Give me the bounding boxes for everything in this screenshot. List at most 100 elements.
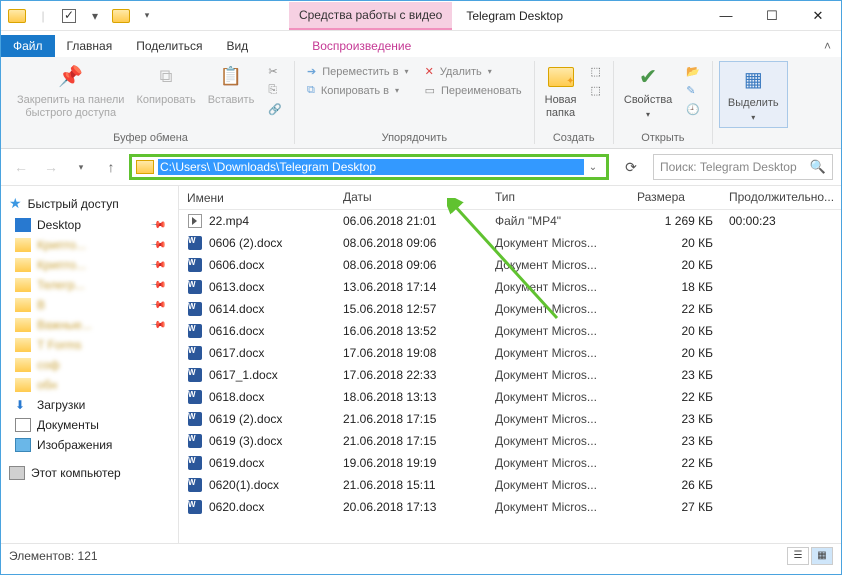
back-button[interactable]: ← (9, 155, 33, 179)
address-path[interactable]: C:\Users\ \Downloads\Telegram Desktop (158, 159, 584, 175)
qat-separator: | (31, 4, 55, 28)
up-button[interactable]: ↑ (99, 155, 123, 179)
word-file-icon: W (187, 301, 203, 317)
clipboard-small-buttons: ✂ ⎘ 🔗 (262, 61, 288, 120)
qat-checkbox[interactable] (57, 4, 81, 28)
desktop-icon (15, 218, 31, 232)
ribbon-group-organize: ➔Переместить в▾ ⧉Копировать в▾ ✕Удалить▾… (295, 61, 535, 144)
address-bar[interactable]: C:\Users\ \Downloads\Telegram Desktop ⌄ (129, 154, 609, 180)
file-list[interactable]: 22.mp406.06.2018 21:01Файл "MP4"1 269 КБ… (179, 210, 841, 543)
sidebar-item-blur-7[interactable]: соф (1, 355, 178, 375)
copy-to-button[interactable]: ⧉Копировать в▾ (305, 82, 411, 99)
sidebar-item-pictures[interactable]: Изображения (1, 435, 178, 455)
file-name: 0606.docx (209, 258, 264, 272)
file-row[interactable]: W0606 (2).docx08.06.2018 09:06Документ M… (179, 232, 841, 254)
file-name: 0619 (3).docx (209, 434, 282, 448)
minimize-button[interactable]: — (703, 1, 749, 31)
tab-view[interactable]: Вид (214, 35, 260, 57)
column-type[interactable]: Тип (487, 186, 629, 209)
shortcut-icon: 🔗 (268, 103, 282, 116)
sidebar-item-blur-8[interactable]: обн (1, 375, 178, 395)
search-box[interactable]: Поиск: Telegram Desktop 🔍 (653, 154, 833, 180)
history-button[interactable]: 🕘 (684, 101, 702, 118)
close-button[interactable]: ✕ (795, 1, 841, 31)
file-name: 0616.docx (209, 324, 264, 338)
maximize-button[interactable]: ☐ (749, 1, 795, 31)
file-date: 21.06.2018 15:11 (335, 478, 487, 492)
column-duration[interactable]: Продолжительно... (721, 186, 841, 209)
paste-button[interactable]: 📋 Вставить (204, 61, 259, 109)
navigation-pane[interactable]: ★Быстрый доступ Desktop📌 Крипто...📌 Крип… (1, 186, 179, 543)
copy-path-button[interactable]: ⎘ (266, 82, 284, 99)
tab-playback[interactable]: Воспроизведение (300, 35, 423, 57)
sidebar-item-desktop[interactable]: Desktop📌 (1, 215, 178, 235)
file-row[interactable]: W0620.docx20.06.2018 17:13Документ Micro… (179, 496, 841, 518)
ribbon-collapse-icon[interactable]: ˄ (814, 35, 841, 57)
easy-access-button[interactable]: ⬚ (588, 82, 602, 99)
qat-dropdown[interactable]: ▾ (83, 4, 107, 28)
select-button[interactable]: ▦ Выделить ▾ (719, 61, 788, 128)
video-tools-contextual-tab[interactable]: Средства работы с видео (289, 2, 452, 30)
sidebar-item-blur-4[interactable]: В📌 (1, 295, 178, 315)
word-file-icon: W (187, 323, 203, 339)
open-button[interactable]: 📂 (684, 63, 702, 80)
cut-button[interactable]: ✂ (266, 63, 284, 80)
refresh-button[interactable]: ⟳ (619, 155, 643, 179)
file-row[interactable]: W0616.docx16.06.2018 13:52Документ Micro… (179, 320, 841, 342)
details-view-button[interactable]: ☰ (787, 547, 809, 565)
file-name: 0620(1).docx (209, 478, 279, 492)
column-name[interactable]: Имени (179, 186, 335, 209)
new-item-button[interactable]: ⬚ (588, 63, 602, 80)
pin-quick-access-button[interactable]: 📌 Закрепить на панели быстрого доступа (13, 61, 128, 122)
pin-icon: 📌 (149, 237, 166, 254)
file-name: 0613.docx (209, 280, 264, 294)
file-row[interactable]: W0617_1.docx17.06.2018 22:33Документ Mic… (179, 364, 841, 386)
tab-home[interactable]: Главная (55, 35, 125, 57)
file-row[interactable]: W0618.docx18.06.2018 13:13Документ Micro… (179, 386, 841, 408)
sidebar-item-blur-6[interactable]: T Forms (1, 335, 178, 355)
new-folder-button[interactable]: ✦ Новая папка (541, 61, 581, 122)
column-date[interactable]: Даты (335, 186, 487, 209)
sidebar-item-downloads[interactable]: ⬇Загрузки (1, 395, 178, 415)
icons-view-button[interactable]: ▦ (811, 547, 833, 565)
sidebar-item-blur-5[interactable]: Важные...📌 (1, 315, 178, 335)
sidebar-item-this-pc[interactable]: Этот компьютер (1, 463, 178, 483)
sidebar-item-blur-1[interactable]: Крипто...📌 (1, 235, 178, 255)
file-row[interactable]: W0619.docx19.06.2018 19:19Документ Micro… (179, 452, 841, 474)
rename-button[interactable]: ▭Переименовать (423, 82, 524, 99)
sidebar-item-documents[interactable]: Документы (1, 415, 178, 435)
recent-locations-button[interactable]: ▾ (69, 155, 93, 179)
tab-share[interactable]: Поделиться (124, 35, 214, 57)
file-row[interactable]: W0606.docx08.06.2018 09:06Документ Micro… (179, 254, 841, 276)
properties-button[interactable]: ✔ Свойства ▾ (620, 61, 676, 122)
file-row[interactable]: W0614.docx15.06.2018 12:57Документ Micro… (179, 298, 841, 320)
file-date: 15.06.2018 12:57 (335, 302, 487, 316)
file-date: 08.06.2018 09:06 (335, 258, 487, 272)
move-to-button[interactable]: ➔Переместить в▾ (305, 63, 411, 80)
file-size: 20 КБ (629, 258, 721, 272)
forward-button[interactable]: → (39, 155, 63, 179)
paste-shortcut-button[interactable]: 🔗 (266, 101, 284, 118)
address-dropdown-icon[interactable]: ⌄ (584, 162, 602, 173)
file-row[interactable]: 22.mp406.06.2018 21:01Файл "MP4"1 269 КБ… (179, 210, 841, 232)
clipboard-group-label: Буфер обмена (113, 130, 188, 144)
sidebar-item-blur-3[interactable]: Телегр...📌 (1, 275, 178, 295)
file-row[interactable]: W0619 (2).docx21.06.2018 17:15Документ M… (179, 408, 841, 430)
sidebar-item-blur-2[interactable]: Крипто...📌 (1, 255, 178, 275)
ribbon-group-select: ▦ Выделить ▾ (713, 61, 794, 144)
file-row[interactable]: W0617.docx17.06.2018 19:08Документ Micro… (179, 342, 841, 364)
copy-button[interactable]: ⧉ Копировать (132, 61, 199, 109)
file-size: 22 КБ (629, 302, 721, 316)
delete-button[interactable]: ✕Удалить▾ (423, 63, 524, 80)
file-type: Документ Micros... (487, 236, 629, 250)
file-row[interactable]: W0619 (3).docx21.06.2018 17:15Документ M… (179, 430, 841, 452)
file-date: 17.06.2018 22:33 (335, 368, 487, 382)
file-date: 21.06.2018 17:15 (335, 434, 487, 448)
edit-button[interactable]: ✎ (684, 82, 702, 99)
qat-overflow[interactable]: ▾ (135, 4, 159, 28)
file-row[interactable]: W0620(1).docx21.06.2018 15:11Документ Mi… (179, 474, 841, 496)
column-size[interactable]: Размера (629, 186, 721, 209)
file-row[interactable]: W0613.docx13.06.2018 17:14Документ Micro… (179, 276, 841, 298)
quick-access-header[interactable]: ★Быстрый доступ (1, 192, 178, 215)
tab-file[interactable]: Файл (1, 35, 55, 57)
